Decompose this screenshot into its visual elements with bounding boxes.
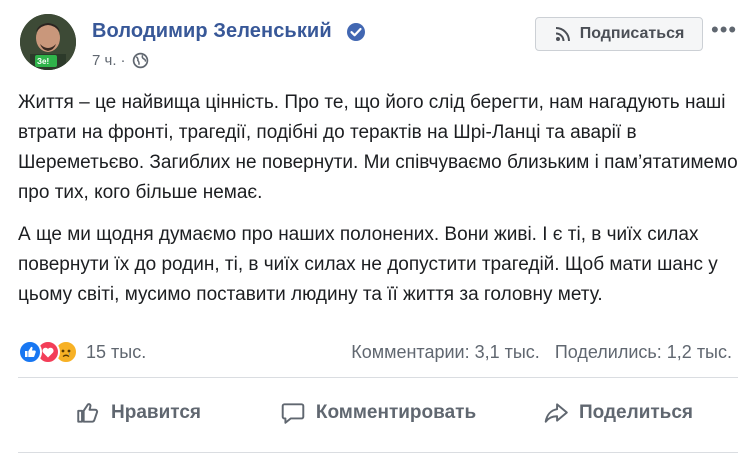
post-paragraph: А ще ми щодня думаємо про наших полонени… — [18, 224, 718, 305]
facebook-post: Зе! Володимир Зеленський 7 ч. · Подписат… — [0, 0, 756, 465]
divider — [18, 377, 738, 378]
meta-separator: · — [120, 52, 126, 69]
post-timestamp[interactable]: 7 ч. — [92, 52, 117, 69]
like-label: Нравится — [111, 402, 201, 423]
share-label: Поделиться — [578, 402, 694, 423]
more-options-button[interactable]: ••• — [711, 19, 737, 41]
subscribe-button[interactable]: Подписаться — [535, 17, 703, 51]
avatar[interactable]: Зе! — [20, 14, 76, 70]
action-bar: Нравится Комментировать Поделиться — [18, 386, 738, 440]
thumbs-up-icon — [77, 403, 99, 423]
shares-count[interactable]: Поделились: 1,2 тыс. — [555, 342, 732, 362]
avatar-portrait-icon: Зе! — [20, 14, 76, 70]
reactions-summary[interactable]: 15 тыс. — [18, 340, 146, 364]
author-name[interactable]: Володимир Зеленський — [92, 20, 332, 43]
post-text: Життя – це найвища цінність. Про те, що … — [18, 88, 743, 322]
avatar-badge: Зе! — [37, 57, 49, 66]
post-meta: 7 ч. · — [92, 52, 149, 69]
like-icon — [18, 340, 42, 364]
comment-button[interactable]: Комментировать — [258, 386, 498, 440]
verified-badge-icon — [347, 23, 365, 41]
reaction-count: 15 тыс. — [86, 341, 147, 362]
like-button[interactable]: Нравится — [18, 386, 258, 440]
share-button[interactable]: Поделиться — [498, 386, 738, 440]
post-stats: Комментарии: 3,1 тыс. Поделились: 1,2 ты… — [351, 342, 732, 363]
globe-icon — [132, 52, 148, 69]
comment-label: Комментировать — [315, 402, 477, 423]
post-paragraph: Життя – це найвища цінність. Про те, що … — [18, 92, 738, 203]
divider — [18, 452, 738, 453]
share-arrow-icon — [544, 403, 568, 423]
comments-count[interactable]: Комментарии: 3,1 тыс. — [351, 342, 540, 362]
comment-bubble-icon — [281, 403, 305, 424]
subscribe-label: Подписаться — [579, 25, 685, 42]
rss-icon — [555, 27, 570, 42]
